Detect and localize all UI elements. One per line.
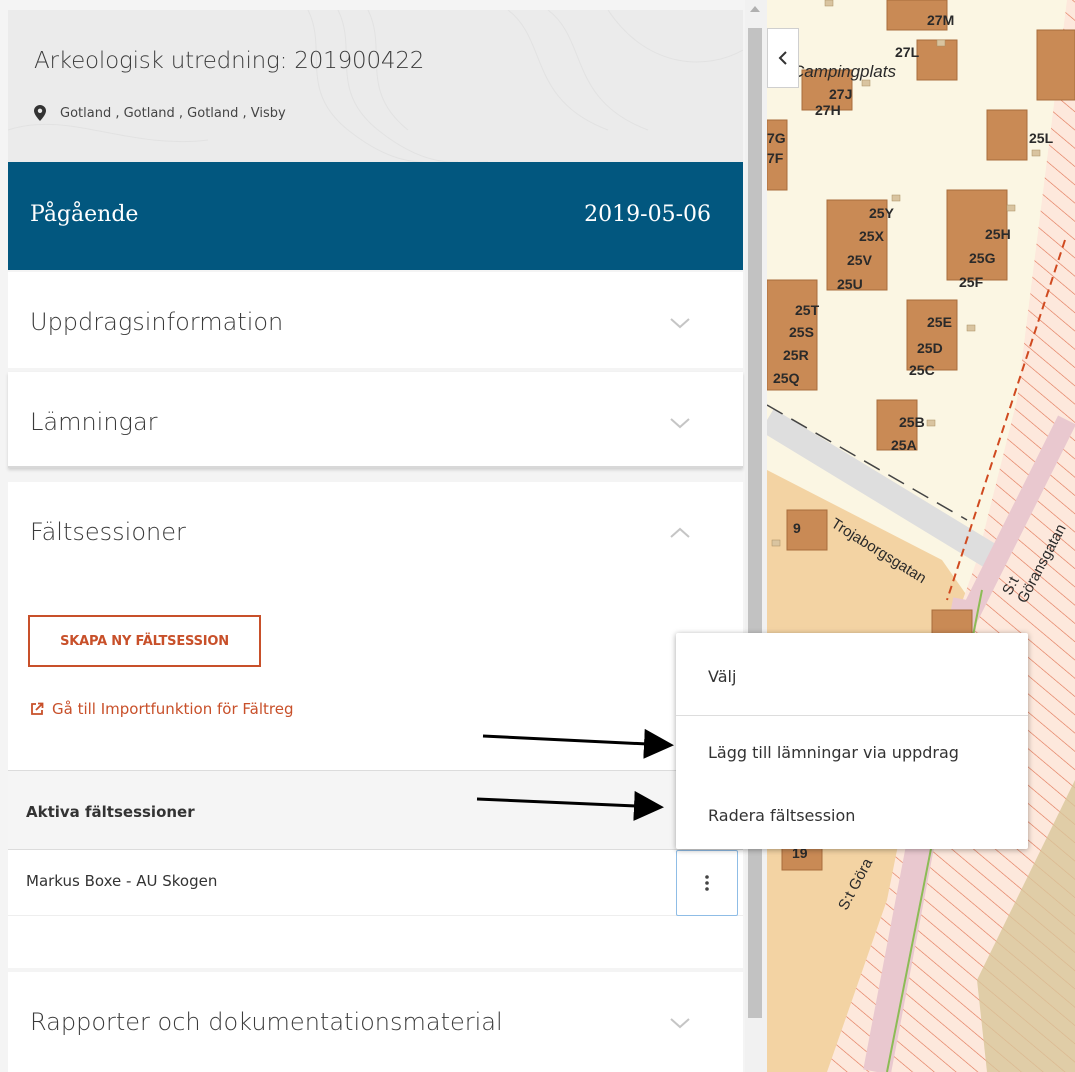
status-label: Pågående (30, 202, 139, 227)
section-title: Uppdragsinformation (30, 308, 284, 336)
session-row[interactable]: Markus Boxe - AU Skogen (8, 850, 743, 916)
map-label: 27J (829, 86, 853, 102)
map-pin-icon (34, 105, 46, 121)
import-link-label: Gå till Importfunktion för Fältreg (52, 700, 294, 718)
map-view[interactable]: Campingplats 27L 27M 27J 27H 25L 7G 7F 2… (767, 0, 1075, 1072)
scrollbar-thumb[interactable] (748, 28, 762, 1018)
active-sessions-header: Aktiva fältsessioner (8, 770, 743, 850)
section-faltsessioner: Fältsessioner SKAPA NY FÄLTSESSION Gå ti… (8, 482, 743, 968)
left-panel: Arkeologisk utredning: 201900422 Gotland… (0, 0, 745, 1072)
scroll-up-arrow-icon[interactable] (750, 6, 760, 12)
map-label: 25E (927, 314, 952, 330)
status-bar: Pågående 2019-05-06 (8, 162, 743, 270)
section-title: Fältsessioner (30, 518, 186, 546)
map-label: 25V (847, 252, 872, 268)
map-label: 25Y (869, 205, 894, 221)
project-header: Arkeologisk utredning: 201900422 Gotland… (8, 10, 743, 162)
chevron-up-icon[interactable] (669, 526, 691, 540)
map-label: 9 (793, 520, 801, 536)
import-link[interactable]: Gå till Importfunktion för Fältreg (30, 700, 293, 718)
map-label: 25D (917, 340, 943, 356)
map-label: 25R (783, 347, 809, 363)
section-title: Rapporter och dokumentationsmaterial (30, 1008, 503, 1036)
section-rapporter: Rapporter och dokumentationsmaterial (8, 972, 743, 1072)
map-label: 25G (969, 250, 996, 266)
location-line: Gotland , Gotland , Gotland , Visby (34, 105, 286, 121)
chevron-left-icon (778, 51, 787, 65)
session-name: Markus Boxe - AU Skogen (26, 872, 218, 890)
session-context-menu: Välj Lägg till lämningar via uppdrag Rad… (676, 633, 1028, 849)
menu-item-valj[interactable]: Välj (676, 667, 1028, 686)
map-label: 7G (767, 130, 786, 146)
map-label-campingplats: Campingplats (792, 62, 896, 81)
section-header-lamningar[interactable]: Lämningar (8, 372, 743, 472)
map-label: 25B (899, 414, 925, 430)
more-vertical-icon (705, 875, 709, 891)
topo-background (8, 10, 743, 162)
chevron-down-icon[interactable] (669, 416, 691, 430)
map-label: 27H (815, 102, 841, 118)
section-header-uppdragsinformation[interactable]: Uppdragsinformation (8, 272, 743, 372)
map-label: 25A (891, 437, 917, 453)
map-label: 25T (795, 302, 820, 318)
map-collapse-button[interactable] (767, 28, 799, 88)
map-label: 25C (909, 362, 935, 378)
map-label: 25S (789, 324, 814, 340)
map-label: 25X (859, 228, 884, 244)
session-more-button[interactable] (676, 850, 738, 916)
section-lamningar: Lämningar (8, 372, 743, 468)
menu-item-radera-faltsession[interactable]: Radera fältsession (676, 806, 1028, 825)
page-title: Arkeologisk utredning: 201900422 (34, 48, 425, 74)
external-link-icon (31, 702, 44, 715)
status-date: 2019-05-06 (584, 202, 711, 227)
map-label: 27M (927, 12, 955, 28)
map-label: 25Q (773, 370, 800, 386)
menu-divider (676, 715, 1028, 716)
create-fieldsession-button[interactable]: SKAPA NY FÄLTSESSION (28, 615, 261, 667)
map-label: 25U (837, 276, 863, 292)
section-header-rapporter[interactable]: Rapporter och dokumentationsmaterial (8, 972, 743, 1072)
map-label: 25H (985, 226, 1011, 242)
active-sessions-label: Aktiva fältsessioner (26, 803, 195, 821)
map-label: 25L (1029, 130, 1054, 146)
map-label: 25F (959, 274, 984, 290)
section-header-faltsessioner[interactable]: Fältsessioner (8, 482, 743, 582)
map-label: 7F (767, 150, 784, 166)
chevron-down-icon[interactable] (669, 1016, 691, 1030)
scrollbar[interactable] (745, 0, 767, 1072)
section-uppdragsinformation: Uppdragsinformation (8, 272, 743, 368)
location-text: Gotland , Gotland , Gotland , Visby (60, 105, 286, 121)
section-title: Lämningar (30, 408, 158, 436)
menu-item-lagg-till-lamningar[interactable]: Lägg till lämningar via uppdrag (676, 743, 1028, 762)
chevron-down-icon[interactable] (669, 316, 691, 330)
map-label: 27L (895, 44, 920, 60)
